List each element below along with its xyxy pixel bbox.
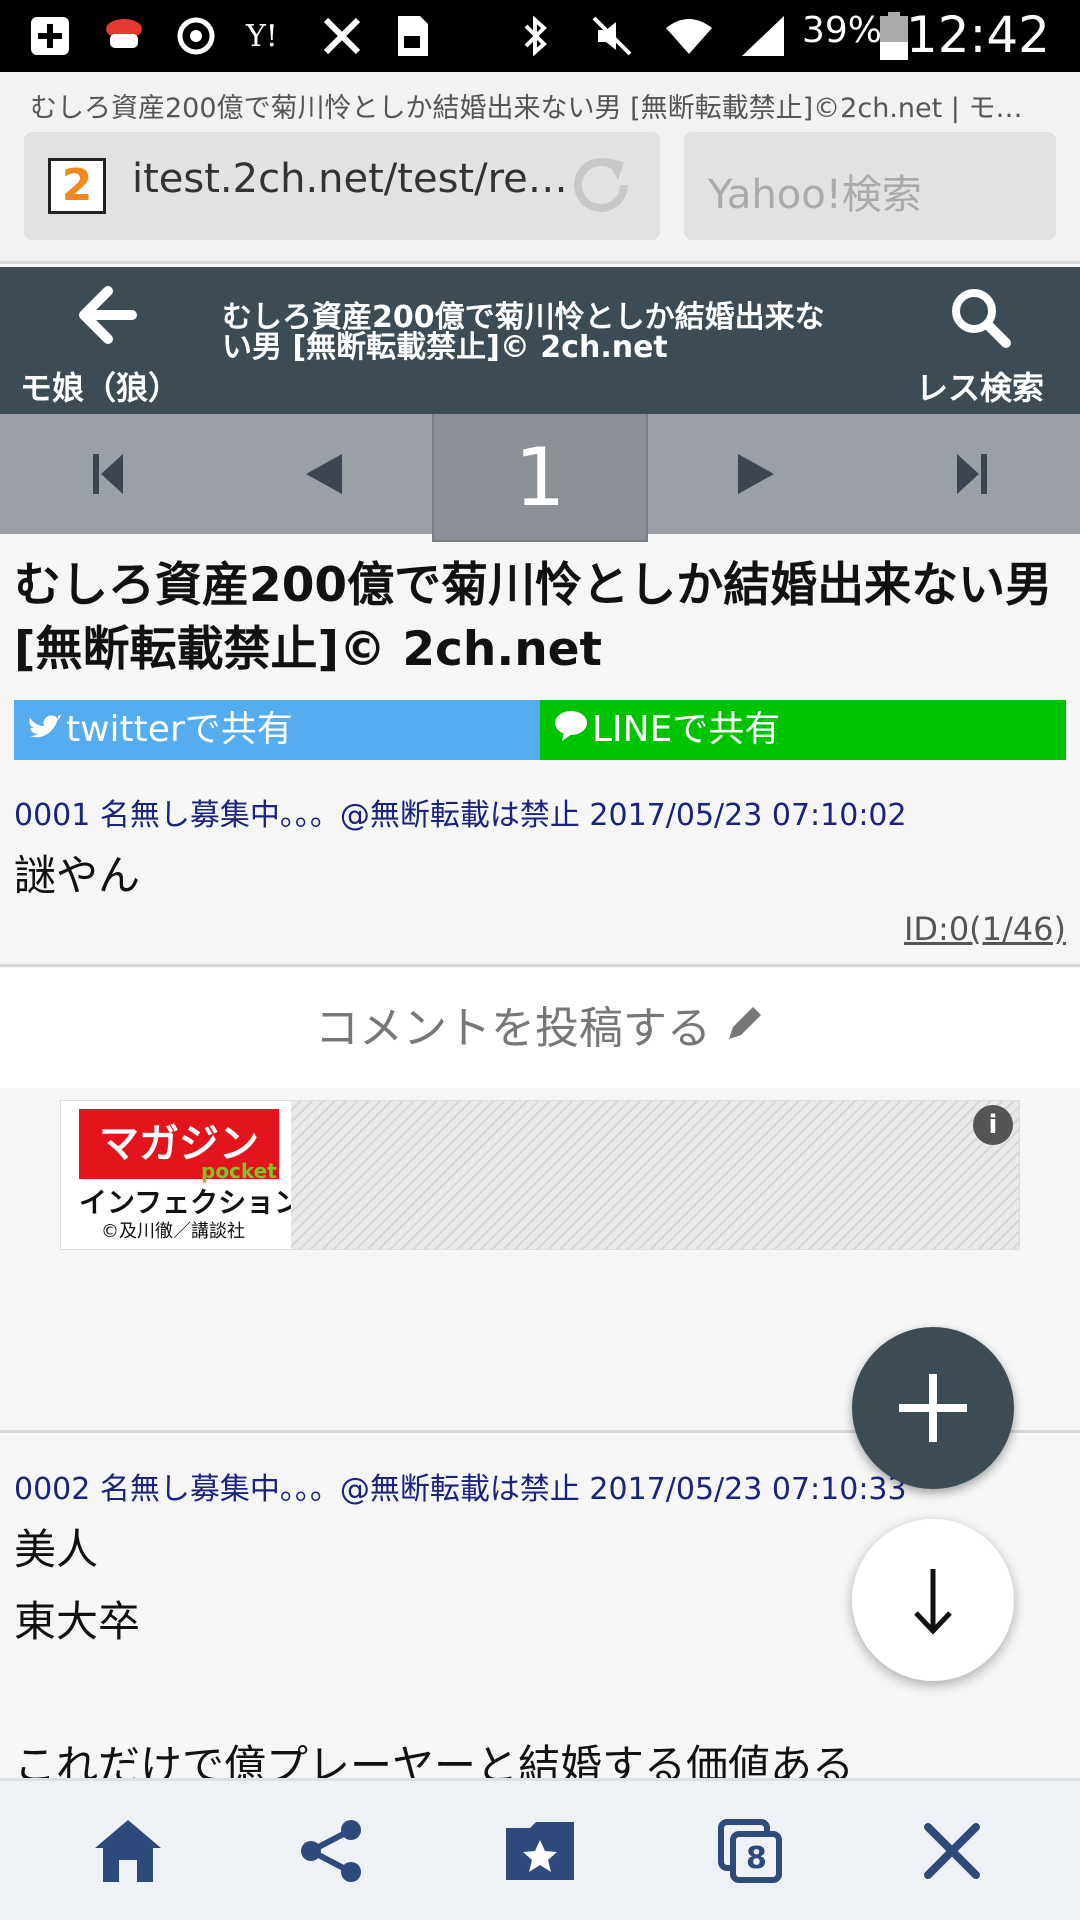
sync-icon	[174, 14, 218, 58]
thread-title: むしろ資産200億で菊川怜としか結婚出来ない男 [無断転載禁止]© 2ch.ne…	[14, 558, 1053, 677]
post-header[interactable]: 0002 名無し募集中。。。@無断転載は禁止 2017/05/23 07:10:…	[14, 1464, 907, 1508]
last-page-icon	[957, 454, 987, 494]
bookmark-folder-icon[interactable]	[500, 1811, 580, 1891]
share-row: twitterで共有 LINEで共有	[14, 700, 1066, 760]
url-text[interactable]: itest.2ch.net/test/re…	[132, 156, 572, 202]
battery-percent: 39%	[802, 10, 883, 51]
wifi-icon	[664, 14, 714, 58]
first-page-icon	[93, 454, 123, 494]
bluetooth-icon	[520, 14, 550, 58]
twitter-share-button[interactable]: twitterで共有	[14, 700, 540, 760]
ad-title: インフェクション	[79, 1186, 303, 1219]
clock: 12:42	[905, 6, 1050, 64]
prev-page-button[interactable]	[264, 414, 384, 534]
home-icon[interactable]	[88, 1811, 168, 1891]
ad-banner[interactable]: マガジン pocket インフェクション ©及川徹／講談社 i	[60, 1100, 1020, 1250]
browser-page-title: むしろ資産200億で菊川怜としか結婚出来ない男 [無断転載禁止]©2ch.net…	[30, 93, 1023, 124]
pencil-icon	[711, 1003, 765, 1054]
triangle-left-icon	[306, 454, 342, 494]
plus-icon	[899, 1374, 967, 1442]
triangle-right-icon	[738, 454, 774, 494]
tools-icon	[320, 14, 364, 58]
current-page: 1	[432, 414, 648, 542]
twitter-icon	[28, 701, 62, 761]
line-share-label: LINEで共有	[592, 709, 781, 750]
app-header: モ娘（狼） むしろ資産200億で菊川怜としか結婚出来ない男 [無断転載禁止]© …	[0, 267, 1080, 414]
first-page-button[interactable]	[48, 414, 168, 534]
post-comment-button[interactable]: コメントを投稿する	[0, 992, 1080, 1056]
reload-icon[interactable]	[566, 150, 636, 220]
last-page-button[interactable]	[912, 414, 1032, 534]
comment-area: コメントを投稿する	[0, 968, 1080, 1088]
res-search-button[interactable]: レス検索	[880, 267, 1070, 414]
bottom-nav: 8	[0, 1778, 1080, 1920]
close-icon[interactable]	[912, 1811, 992, 1891]
signal-icon	[740, 14, 786, 58]
res-search-label: レス検索	[915, 369, 1044, 407]
url-bar[interactable]: 2 itest.2ch.net/test/re…	[24, 132, 660, 240]
post-comment-label: コメントを投稿する	[315, 1003, 711, 1054]
pager: 1	[0, 414, 1080, 542]
sushi-app-icon	[102, 14, 146, 58]
add-box-icon	[28, 14, 72, 58]
share-icon[interactable]	[292, 1811, 372, 1891]
battery-icon	[880, 12, 908, 60]
site-favicon: 2	[48, 158, 106, 214]
sd-card-icon	[394, 14, 430, 58]
search-placeholder: Yahoo!検索	[708, 172, 922, 218]
line-share-button[interactable]: LINEで共有	[540, 700, 1066, 760]
tabs-icon[interactable]: 8	[710, 1811, 790, 1891]
post-body-line: 美人	[14, 1525, 99, 1574]
arrow-left-icon	[78, 285, 138, 345]
tab-count: 8	[746, 1841, 767, 1876]
search-input[interactable]: Yahoo!検索	[684, 132, 1056, 240]
post-body-line: 東大卒	[14, 1597, 141, 1646]
post-id-link[interactable]: ID:0(1/46)	[904, 910, 1066, 948]
scroll-down-fab-button[interactable]	[852, 1519, 1014, 1681]
status-bar: Y! 39% 12:42	[0, 0, 1080, 72]
ad-info-icon[interactable]: i	[973, 1105, 1013, 1145]
twitter-share-label: twitterで共有	[66, 709, 293, 750]
post-body-line: 謎やん	[14, 851, 141, 900]
add-fab-button[interactable]	[852, 1327, 1014, 1489]
next-page-button[interactable]	[696, 414, 816, 534]
header-title: むしろ資産200億で菊川怜としか結婚出来ない男 [無断転載禁止]© 2ch.ne…	[222, 300, 825, 365]
mute-icon	[590, 14, 634, 58]
back-label: モ娘（狼）	[20, 369, 181, 407]
ad-logo-sub: pocket	[201, 1159, 277, 1183]
speech-bubble-icon	[554, 701, 588, 761]
arrow-down-icon	[914, 1569, 952, 1635]
yahoo-icon: Y!	[246, 18, 278, 54]
back-button[interactable]: モ娘（狼）	[10, 267, 200, 414]
divider	[0, 964, 1080, 967]
ad-illustration	[291, 1101, 1019, 1249]
browser-toolbar: むしろ資産200億で菊川怜としか結婚出来ない男 [無断転載禁止]©2ch.net…	[0, 72, 1080, 264]
ad-credit: ©及川徹／講談社	[101, 1221, 245, 1242]
search-icon	[948, 285, 1012, 349]
post-header[interactable]: 0001 名無し募集中。。。@無断転載は禁止 2017/05/23 07:10:…	[14, 790, 907, 834]
